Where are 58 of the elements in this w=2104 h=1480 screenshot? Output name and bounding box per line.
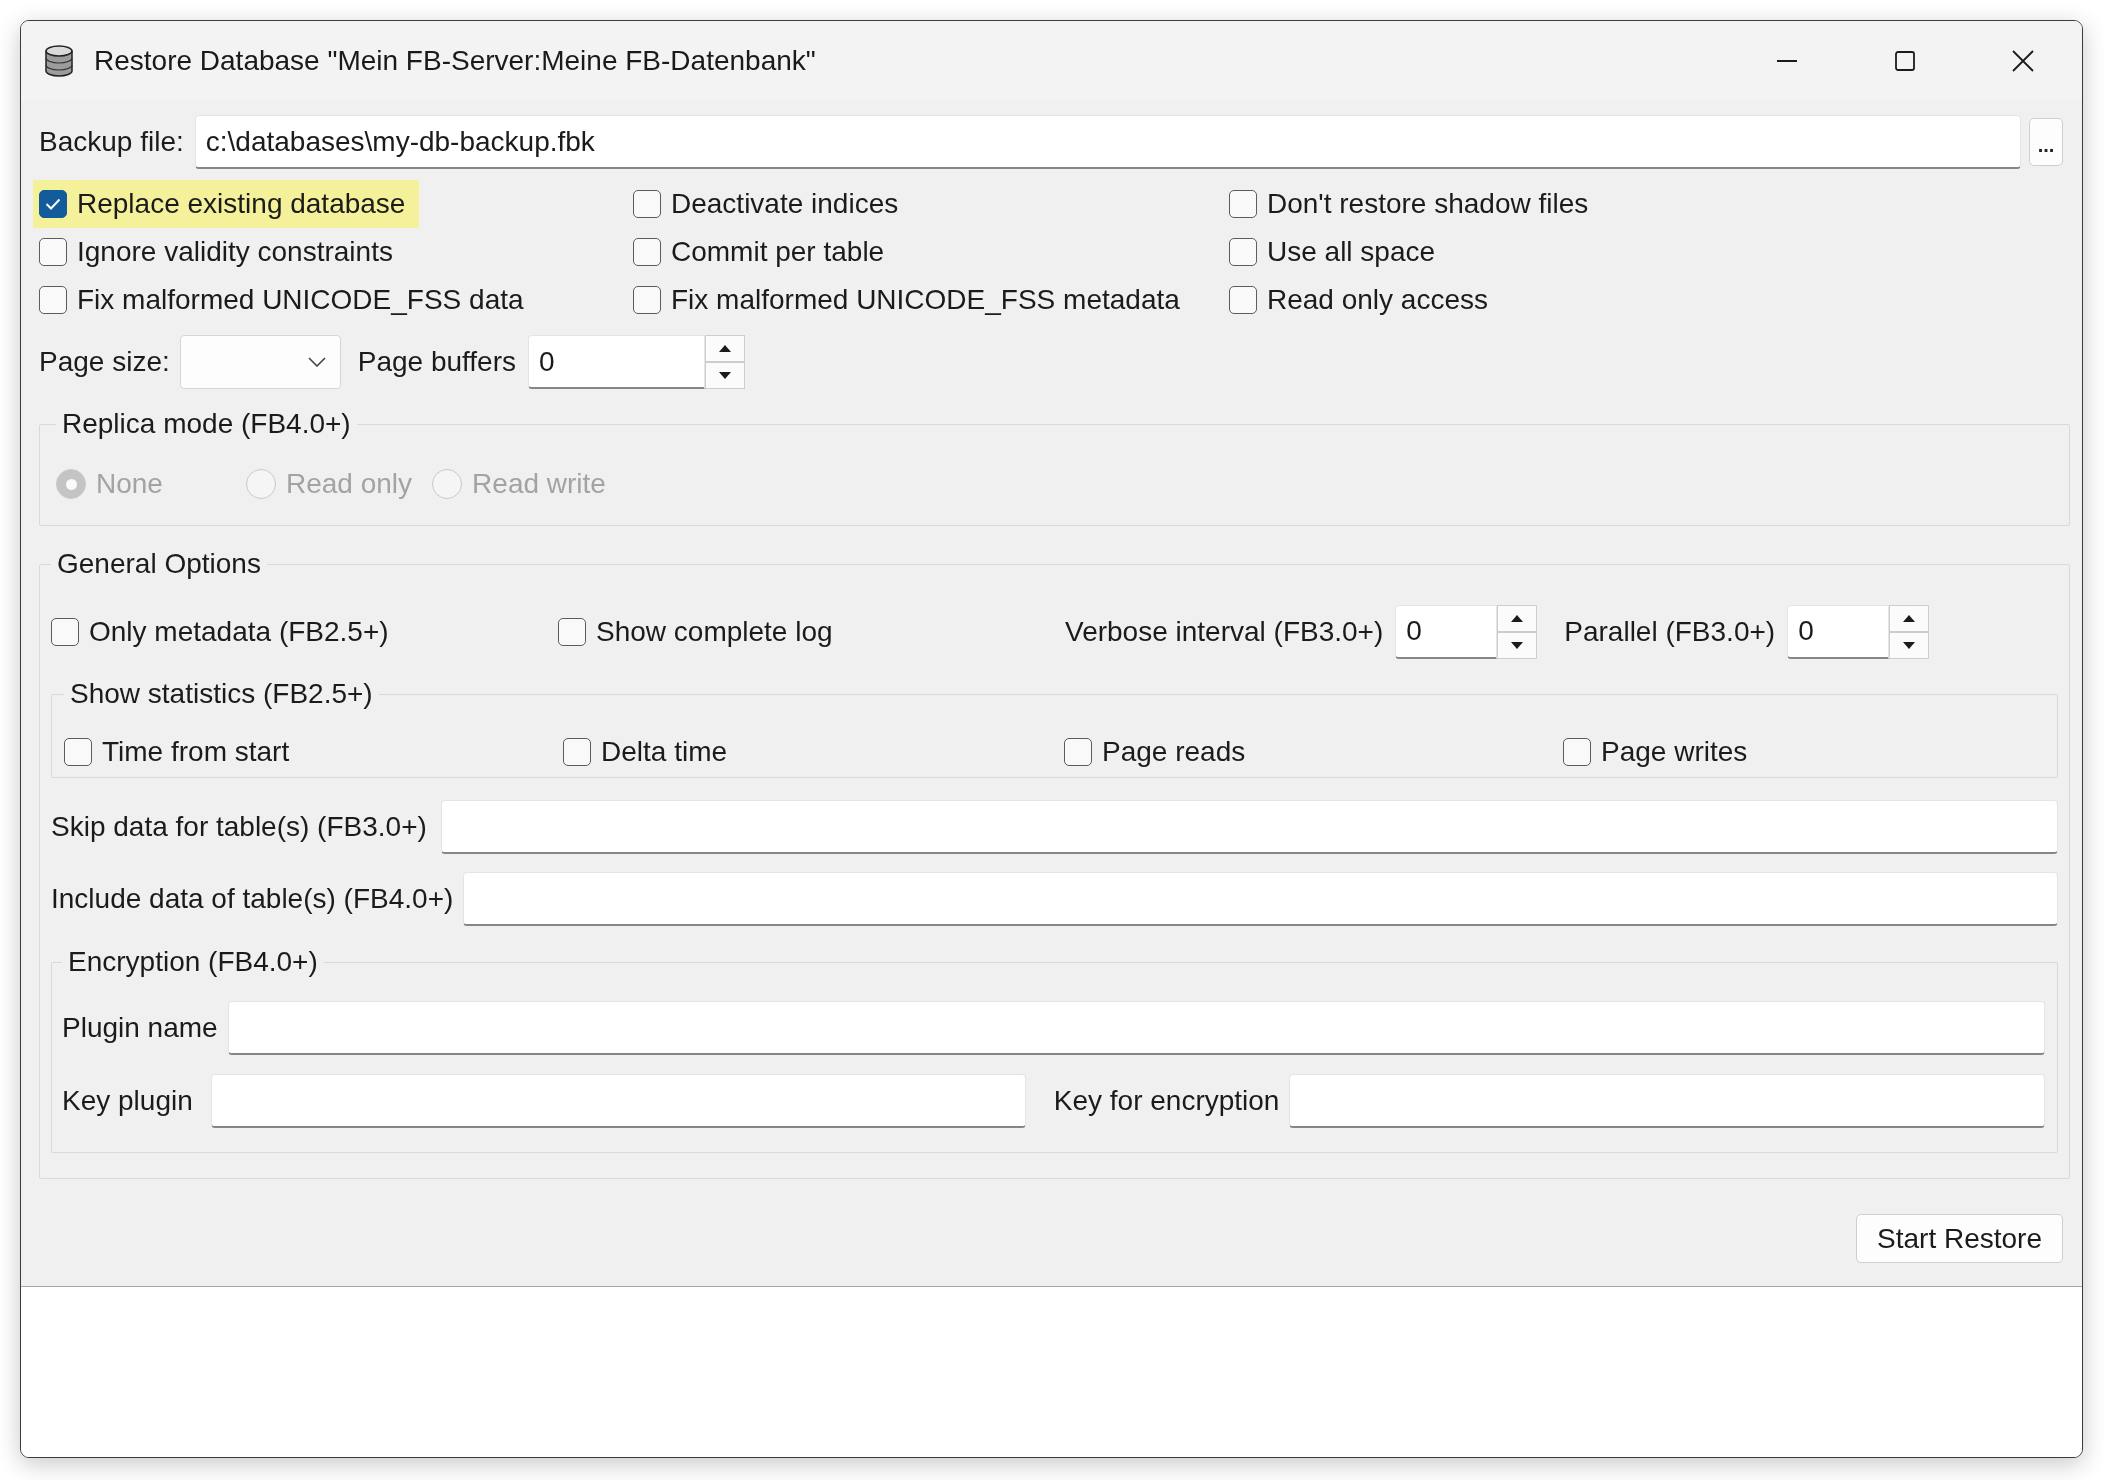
checkbox[interactable]: Fix malformed UNICODE_FSS metadata [627,276,1194,324]
checkbox[interactable]: Fix malformed UNICODE_FSS data [33,276,538,324]
field-label: Backup file: [39,126,184,158]
down-triangle-icon [719,372,731,379]
number-field[interactable]: 0 [1787,604,1890,659]
group-title: Encryption (FB4.0+) [67,947,319,977]
browse-button[interactable]: ... [2029,118,2063,166]
text-field[interactable] [463,872,2058,926]
down-triangle-icon [1511,641,1524,649]
window-title: Restore Database "Mein FB-Server:Meine FB-Datenbank" [94,45,817,77]
checkbox[interactable]: Delta time [557,728,742,776]
text-field[interactable] [440,800,2058,854]
start-restore-button[interactable]: Start Restore [1856,1214,2063,1263]
spin-down-button[interactable] [705,362,745,389]
field-label: Page buffers [357,346,516,378]
checkbox[interactable]: Show complete log [552,607,847,656]
number-field[interactable]: 0 [528,335,705,389]
field-label: Parallel (FB3.0+) [1564,615,1776,648]
checkbox[interactable]: Commit per table [627,228,899,276]
down-triangle-icon [1903,641,1916,649]
database-icon [44,45,74,77]
maximize-icon [1895,51,1915,71]
group-title: Show statistics (FB2.5+) [69,679,374,709]
checkbox[interactable]: Page reads [1058,728,1260,776]
minimize-icon [1777,60,1797,62]
checkbox[interactable]: Read only access [1223,276,1502,324]
close-icon [2012,50,2034,72]
field-label: Skip data for table(s) (FB3.0+) [51,811,427,843]
text-field[interactable] [1289,1074,2045,1128]
field-label: Include data of table(s) (FB4.0+) [51,883,454,915]
field-label: Plugin name [62,1012,218,1044]
checkbox[interactable]: Replace existing database [33,180,420,228]
checkbox[interactable]: Ignore validity constraints [33,228,407,276]
up-triangle-icon [1903,614,1916,622]
spin-up-button[interactable] [705,335,745,362]
field-label: Key plugin [62,1085,193,1117]
number-field[interactable]: 0 [1395,604,1498,659]
spin-up-button[interactable] [1497,604,1538,632]
checkbox[interactable]: Deactivate indices [627,180,913,228]
group-title: Replica mode (FB4.0+) [61,409,352,439]
spin-down-button[interactable] [1889,631,1930,659]
up-triangle-icon [1511,614,1524,622]
chevron-down-icon [307,357,326,367]
text-field[interactable] [210,1074,1026,1128]
checkbox[interactable]: Don't restore shadow files [1223,180,1603,228]
spin-down-button[interactable] [1497,631,1538,659]
field-label: Page size: [39,346,170,378]
text-field[interactable] [227,1001,2045,1055]
group-title: General Options [56,549,262,579]
spin-up-button[interactable] [1889,604,1930,632]
checkbox[interactable]: Time from start [58,728,304,776]
checkbox[interactable]: Use all space [1223,228,1450,276]
checkbox[interactable]: Page writes [1557,728,1762,776]
checkbox[interactable]: Only metadata (FB2.5+) [45,607,403,656]
field-label: Key for encryption [1053,1085,1280,1117]
field-label: Verbose interval (FB3.0+) [1065,615,1384,648]
up-triangle-icon [719,345,731,352]
text-field[interactable]: c:\databases\my-db-backup.fbk [194,115,2021,169]
